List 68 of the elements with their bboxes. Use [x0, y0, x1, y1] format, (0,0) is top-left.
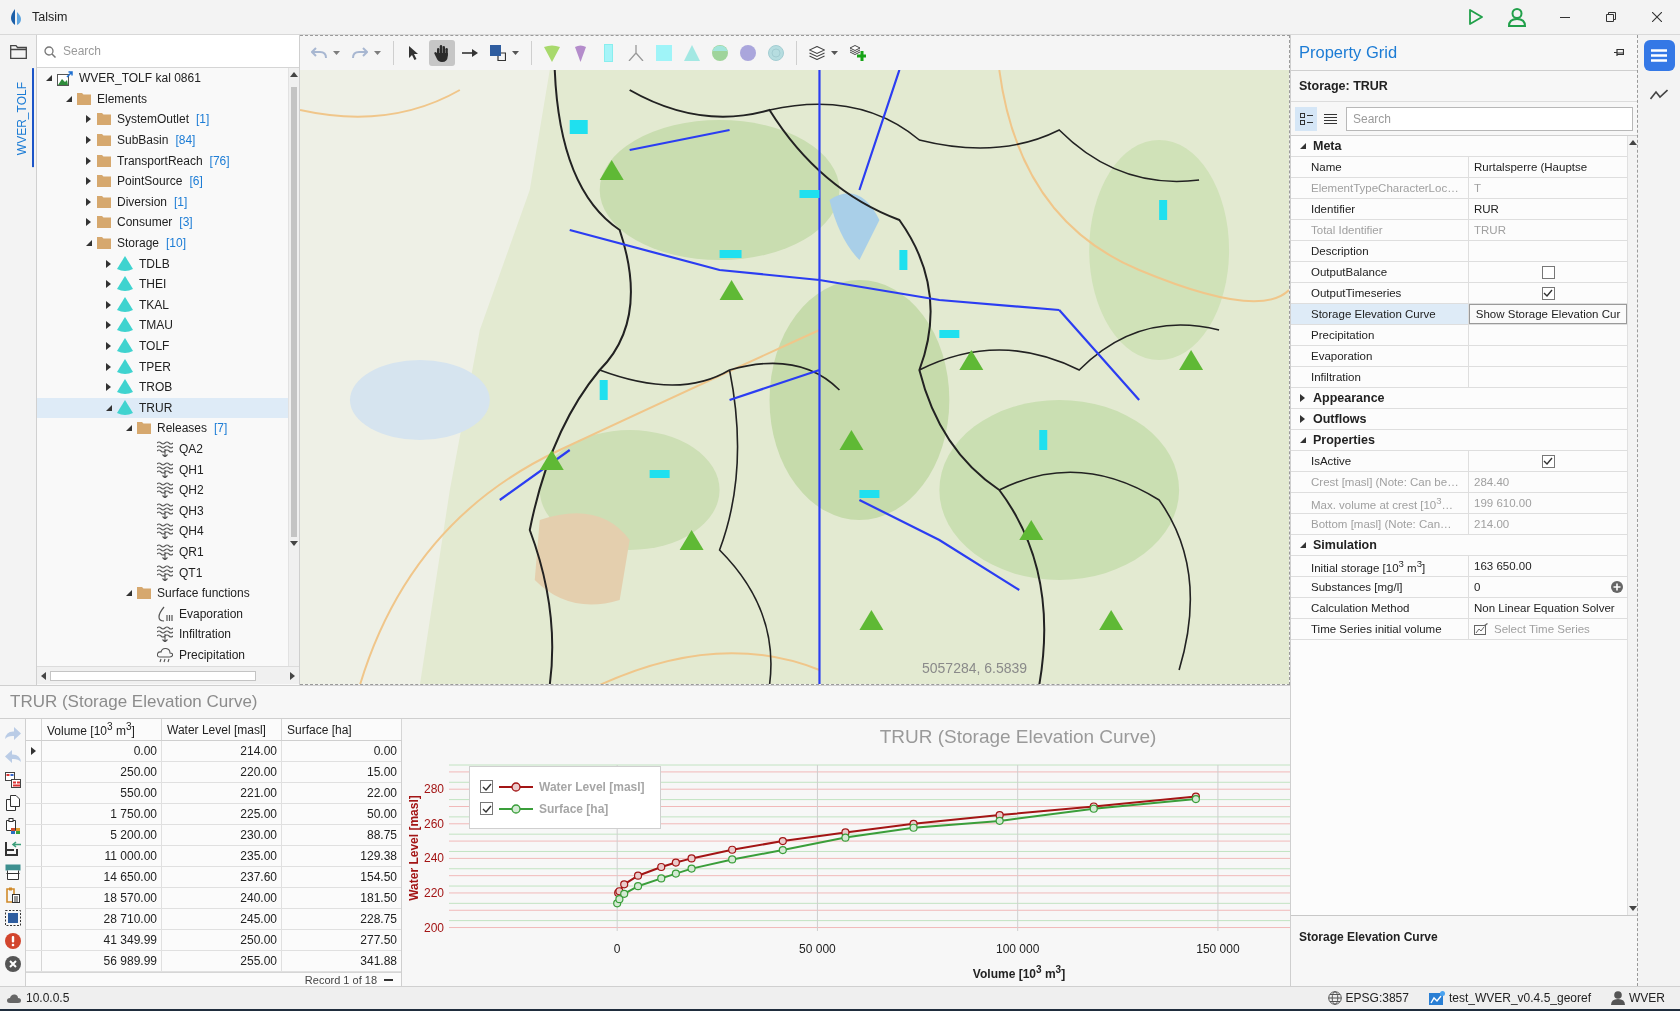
panel-title: Property Grid	[1299, 43, 1398, 62]
property-value: 163 650.00	[1474, 560, 1532, 572]
table-cell: 230.00	[162, 825, 282, 845]
table-cell: 220.00	[162, 762, 282, 782]
legend-label: Water Level [masl]	[539, 779, 645, 794]
table-cell: 28 710.00	[42, 909, 162, 929]
property-value: 284.40	[1474, 476, 1510, 488]
table-cell: 250.00	[42, 762, 162, 782]
x-axis-label: Volume [10$^{3}$ m$^{3}$]	[972, 964, 1066, 981]
table-cell: 154.50	[282, 867, 401, 887]
table-cell: 221.00	[162, 783, 282, 803]
property-value: TRUR	[1474, 224, 1506, 236]
axis-tick-label: 100 000	[996, 942, 1040, 956]
y-axis-label: Water Level [masl]	[407, 795, 421, 901]
table-cell: 18 570.00	[42, 888, 162, 908]
description-title: Storage Elevation Curve	[1299, 930, 1438, 944]
table-cell: 50.00	[282, 804, 401, 824]
table-cell: 22.00	[282, 783, 401, 803]
table-cell: 214.00	[162, 741, 282, 761]
axis-tick-label: 240	[423, 851, 444, 866]
axis-tick-label: 220	[423, 885, 444, 900]
table-cell: 250.00	[162, 930, 282, 950]
table-cell: 550.00	[42, 783, 162, 803]
object-title: Storage: TRUR	[1299, 79, 1388, 93]
project-name: test_WVER_v0.4.5_georef	[1448, 991, 1591, 1005]
axis-tick-label: 260	[423, 816, 444, 831]
table-cell: 240.00	[162, 888, 282, 908]
property-value: T	[1474, 182, 1482, 194]
table-cell: 277.50	[282, 930, 401, 950]
user-name: WVER	[1629, 991, 1665, 1005]
table-cell: 235.00	[162, 846, 282, 866]
axis-tick-label: 0	[613, 942, 621, 956]
table-cell: 225.00	[162, 804, 282, 824]
axis-tick-label: 280	[423, 782, 444, 797]
table-cell: 1 750.00	[42, 804, 162, 824]
property-value: 0	[1474, 581, 1481, 593]
property-value: Rurtalsperre (Hauptse	[1474, 161, 1588, 173]
table-cell: 245.00	[162, 909, 282, 929]
table-cell: 228.75	[282, 909, 401, 929]
table-cell: 0.00	[42, 741, 162, 761]
property-value: Non Linear Equation Solver	[1474, 602, 1615, 614]
table-cell: 14 650.00	[42, 867, 162, 887]
legend-label: Surface [ha]	[539, 801, 609, 816]
table-cell: 255.00	[162, 951, 282, 971]
table-cell: 56 989.99	[42, 951, 162, 971]
property-value: 214.00	[1474, 518, 1510, 530]
app-title: Talsim	[32, 10, 68, 24]
table-cell: 129.38	[282, 846, 401, 866]
table-cell: 237.60	[162, 867, 282, 887]
panel-title: TRUR (Storage Elevation Curve)	[10, 692, 258, 712]
table-cell: 15.00	[282, 762, 401, 782]
table-cell: 11 000.00	[42, 846, 162, 866]
server-address: 10.0.0.5	[26, 991, 70, 1005]
property-value: 199 610.00	[1474, 497, 1532, 509]
axis-tick-label: 200	[423, 920, 444, 935]
table-cell: 0.00	[282, 741, 401, 761]
record-counter: Record 1 of 18	[304, 973, 377, 986]
table-cell: 41 349.99	[42, 930, 162, 950]
property-value: RUR	[1474, 203, 1499, 215]
table-cell: 5 200.00	[42, 825, 162, 845]
axis-tick-label: 50 000	[799, 942, 836, 956]
table-cell: 341.88	[282, 951, 401, 971]
table-cell: 181.50	[282, 888, 401, 908]
axis-tick-label: 150 000	[1196, 942, 1240, 956]
chart-title: TRUR (Storage Elevation Curve)	[879, 726, 1157, 747]
table-cell: 88.75	[282, 825, 401, 845]
map-coordinates: 5057284, 6.5839	[922, 660, 1028, 676]
coordinate-system: EPSG:3857	[1345, 991, 1409, 1005]
